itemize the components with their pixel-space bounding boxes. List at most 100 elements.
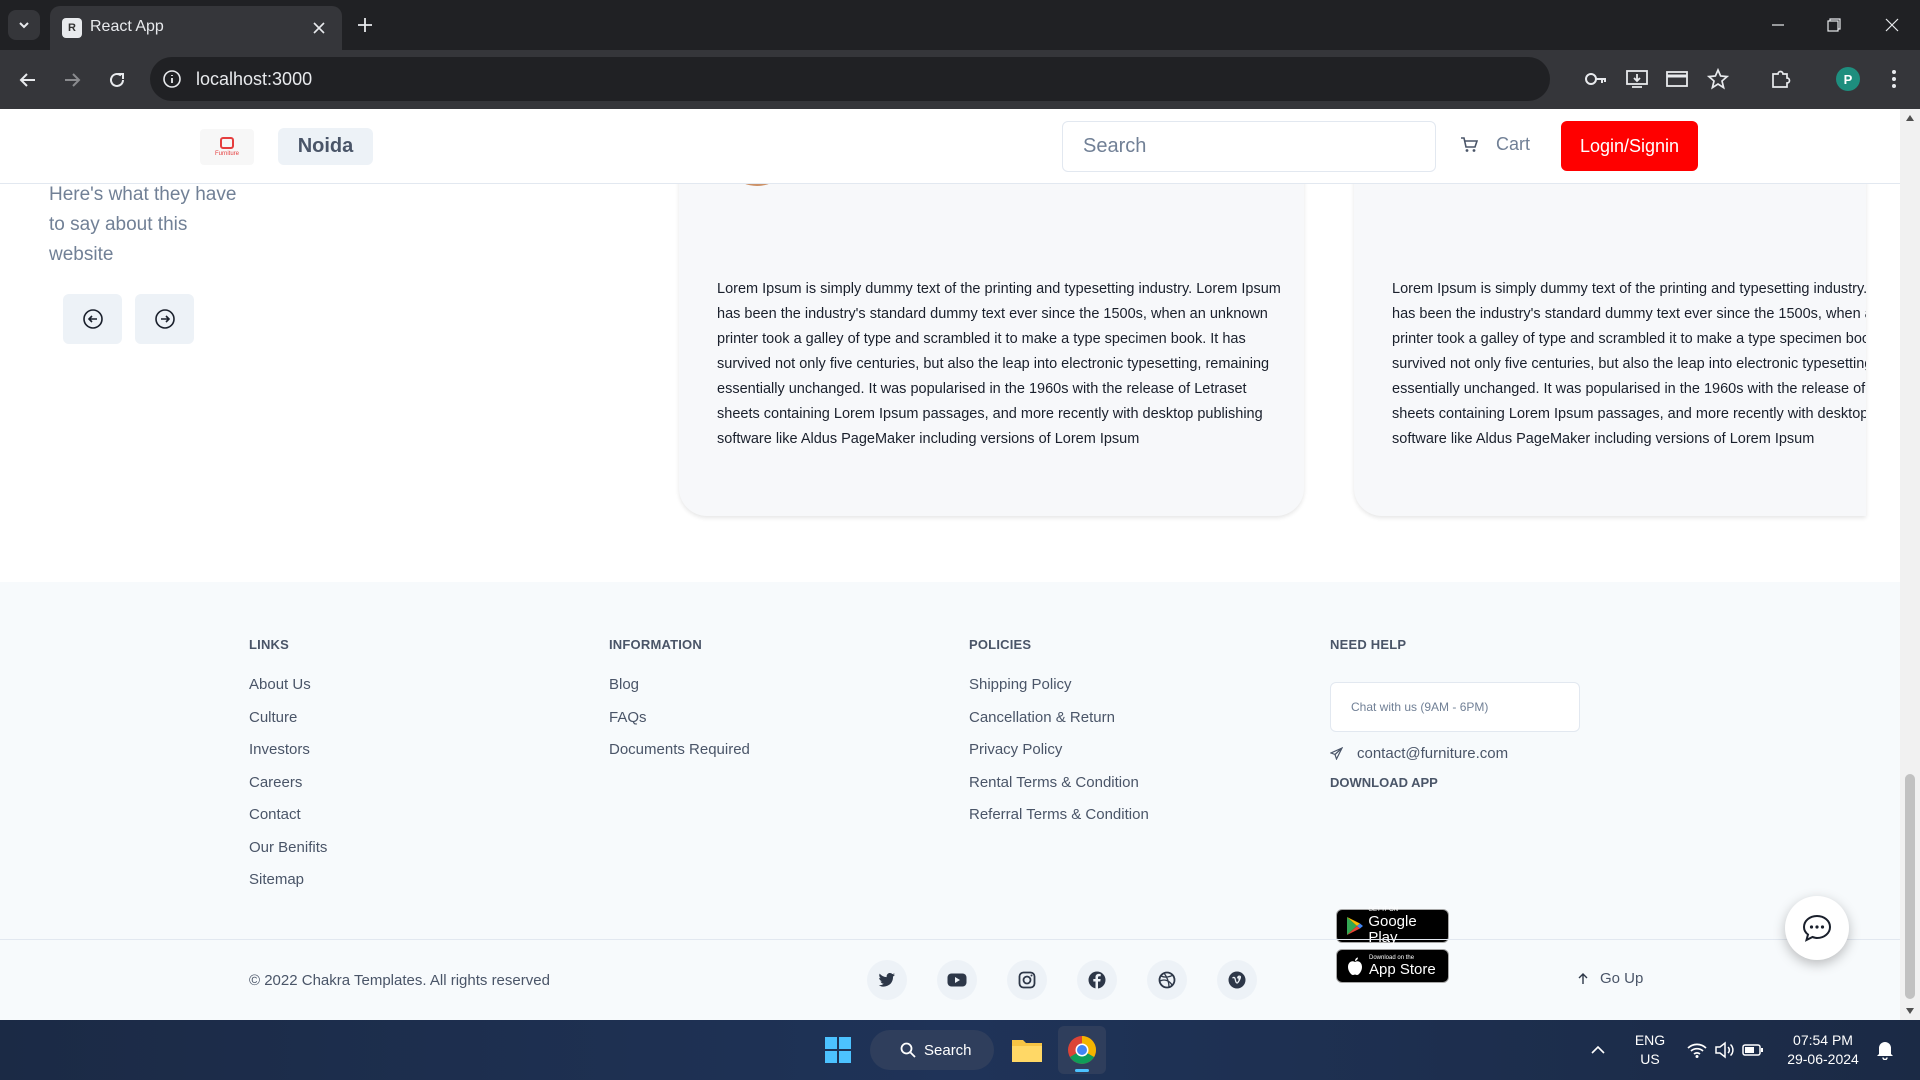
search-input[interactable] [1062,121,1436,172]
browser-menu-button[interactable] [1879,64,1909,94]
testimonial-text: Lorem Ipsum is simply dummy text of the … [1392,281,1866,447]
clock[interactable]: 07:54 PM 29-06-2024 [1778,1031,1868,1069]
footer-link-culture[interactable]: Culture [249,709,327,742]
windows-taskbar: Search ENG US 07:54 PM 29-06-2024 [0,1020,1920,1080]
profile-avatar[interactable]: P [1836,67,1860,91]
footer-link-investors[interactable]: Investors [249,741,327,774]
city-selector-button[interactable]: Noida [278,128,373,165]
bell-icon [1877,1042,1893,1060]
install-app-button[interactable] [1622,64,1652,94]
chrome-taskbar-button[interactable] [1058,1026,1106,1074]
footer-policies-title: POLICIES [969,637,1032,652]
download-app-title: DOWNLOAD APP [1330,775,1438,790]
site-info-icon[interactable] [162,69,182,89]
youtube-link[interactable] [937,960,977,1000]
reload-icon [110,72,124,87]
facebook-link[interactable] [1077,960,1117,1000]
logo-text: Furniture [214,150,239,157]
footer-link-our-benifits[interactable]: Our Benifits [249,839,327,872]
new-tab-button[interactable] [352,12,378,38]
footer-link-careers[interactable]: Careers [249,774,327,807]
notifications-button[interactable] [1870,1026,1900,1074]
site-header: Furniture Noida Cart Login/Signin [0,109,1900,184]
passwords-button[interactable] [1581,64,1611,94]
chat-fab-button[interactable] [1785,896,1849,960]
footer-link-cancellation-return[interactable]: Cancellation & Return [969,709,1149,742]
scrollbar-thumb[interactable] [1905,774,1915,999]
taskbar-search-label: Search [924,1041,972,1059]
url-text: localhost:3000 [196,69,313,89]
site-logo[interactable]: Furniture [200,129,254,165]
battery-icon [1742,1044,1763,1056]
footer-links-column: LINKS About Us Culture Investors Careers… [249,637,327,904]
previous-testimonial-button[interactable] [63,294,122,344]
file-explorer-button[interactable] [1003,1026,1051,1074]
instagram-link[interactable] [1007,960,1047,1000]
taskbar-search[interactable]: Search [870,1030,994,1070]
contact-email: contact@furniture.com [1357,745,1509,762]
browser-tab[interactable]: R React App [50,6,342,50]
address-bar[interactable]: localhost:3000 [150,57,1550,101]
page-scrollbar[interactable] [1900,109,1920,1020]
vimeo-link[interactable] [1217,960,1257,1000]
restore-button[interactable] [1806,0,1862,50]
minimize-icon [1772,24,1784,26]
chrome-icon [1068,1036,1096,1064]
tab-search-button[interactable] [8,10,40,40]
chat-bubble-icon [1802,914,1832,942]
extensions-button[interactable] [1766,64,1796,94]
show-hidden-icons-button[interactable] [1580,1026,1616,1074]
reload-button[interactable] [101,64,133,96]
footer-link-rental-terms[interactable]: Rental Terms & Condition [969,774,1149,807]
app-store-badge[interactable]: Download on the App Store [1336,949,1449,983]
cart-link[interactable]: Cart [1460,134,1530,155]
testimonial-text: Lorem Ipsum is simply dummy text of the … [717,281,1281,447]
chat-with-us-box[interactable]: Chat with us (9AM - 6PM) [1330,682,1580,732]
footer-information-title: INFORMATION [609,637,702,652]
close-icon [313,22,325,34]
close-window-button[interactable] [1864,0,1920,50]
forward-button[interactable] [56,64,88,96]
payment-methods-button[interactable] [1662,64,1692,94]
footer-link-blog[interactable]: Blog [609,676,750,709]
footer-link-shipping-policy[interactable]: Shipping Policy [969,676,1149,709]
system-tray-status[interactable] [1680,1026,1770,1074]
wifi-icon [1687,1043,1707,1058]
logo-mark-icon [220,136,234,149]
google-play-badge[interactable]: GET IT ON Google Play [1336,907,1449,945]
back-button[interactable] [12,64,44,96]
footer-link-about-us[interactable]: About Us [249,676,327,709]
footer-information-column: INFORMATION Blog FAQs Documents Required [609,637,750,774]
facebook-icon [1088,971,1106,989]
footer-link-contact[interactable]: Contact [249,806,327,839]
dribbble-link[interactable] [1147,960,1187,1000]
cart-label: Cart [1496,134,1531,154]
start-button[interactable] [814,1026,862,1074]
footer-link-privacy-policy[interactable]: Privacy Policy [969,741,1149,774]
copyright-text: © 2022 Chakra Templates. All rights rese… [249,972,550,989]
region-code: US [1640,1051,1660,1067]
footer-help-title: NEED HELP [1330,637,1407,652]
login-signin-button[interactable]: Login/Signin [1561,121,1698,171]
contact-email-link[interactable]: contact@furniture.com [1330,745,1508,762]
key-icon [1585,73,1606,85]
footer-links-title: LINKS [249,637,289,652]
footer-link-faqs[interactable]: FAQs [609,709,750,742]
input-language-indicator[interactable]: ENG US [1630,1031,1670,1069]
scroll-up-arrow-icon[interactable] [1905,113,1915,123]
footer-link-referral-terms[interactable]: Referral Terms & Condition [969,806,1149,839]
minimize-button[interactable] [1750,0,1806,50]
go-up-link[interactable]: Go Up [1578,970,1643,987]
next-testimonial-button[interactable] [135,294,194,344]
testimonial-card: Lorem Ipsum is simply dummy text of the … [1354,129,1866,516]
close-tab-button[interactable] [308,17,330,39]
youtube-icon [947,973,967,987]
footer-link-sitemap[interactable]: Sitemap [249,871,327,904]
bookmark-button[interactable] [1703,64,1733,94]
arrow-up-icon [1578,972,1588,984]
twitter-link[interactable] [867,960,907,1000]
footer-link-documents-required[interactable]: Documents Required [609,741,750,774]
scroll-down-arrow-icon[interactable] [1905,1006,1915,1016]
language-code: ENG [1634,1032,1666,1048]
install-icon [1626,70,1648,88]
